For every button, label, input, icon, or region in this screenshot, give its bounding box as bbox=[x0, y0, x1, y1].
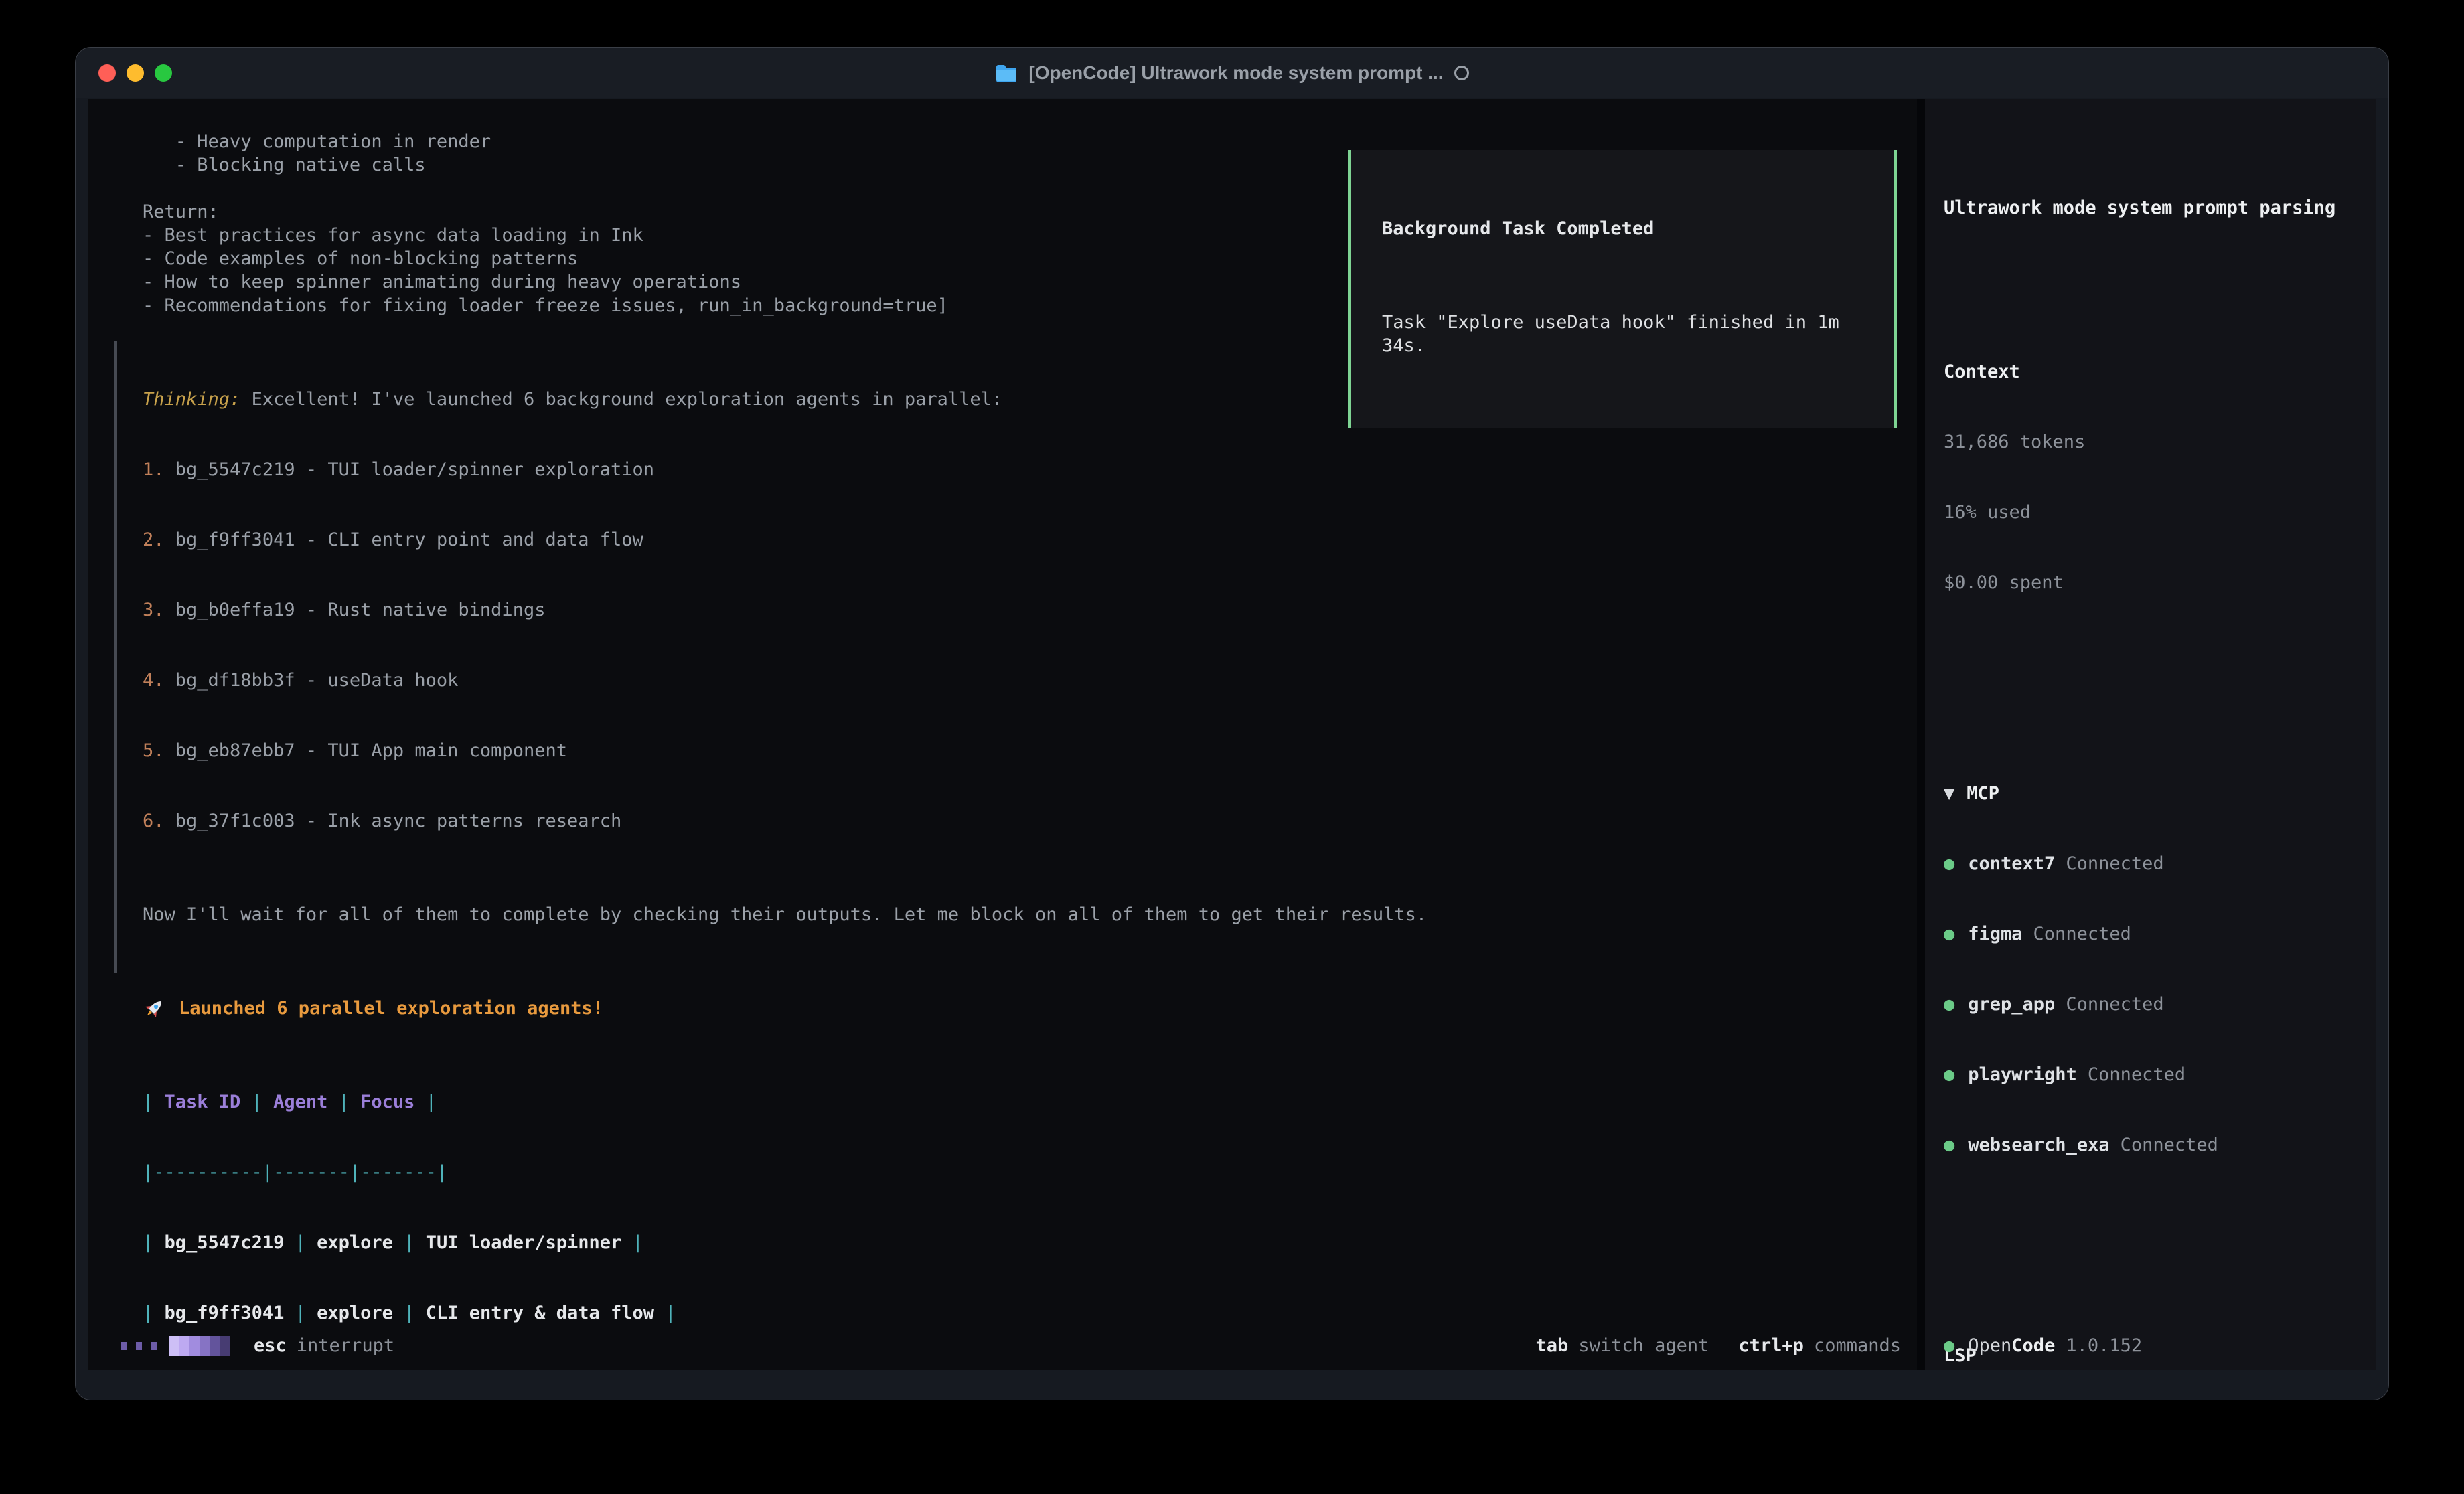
toast-title: Background Task Completed bbox=[1382, 217, 1873, 240]
mcp-heading[interactable]: ▼MCP bbox=[1944, 782, 2363, 805]
table-header-row: | Task ID | Agent | Focus | bbox=[143, 1090, 1890, 1114]
launch-announcement: Launched 6 parallel exploration agents! bbox=[143, 997, 1890, 1020]
status-hints-right: tab switch agent ctrl+p commands bbox=[1507, 1334, 1901, 1357]
zoom-button[interactable] bbox=[155, 64, 172, 82]
status-dot-icon: ● bbox=[1944, 852, 1954, 876]
status-dot-icon: ● bbox=[1944, 1334, 1954, 1357]
folder-icon bbox=[995, 64, 1018, 82]
traffic-lights bbox=[98, 48, 172, 98]
rocket-icon bbox=[143, 997, 165, 1020]
status-dot-icon: ● bbox=[1944, 993, 1954, 1016]
table-row: | bg_5547c219 | explore | TUI loader/spi… bbox=[143, 1231, 1890, 1254]
context-used: 16% used bbox=[1944, 501, 2363, 524]
minimize-button[interactable] bbox=[127, 64, 144, 82]
mcp-server-row: ●context7Connected bbox=[1944, 852, 2363, 876]
thinking-wait-line: Now I'll wait for all of them to complet… bbox=[143, 903, 1890, 926]
launch-text: Launched 6 parallel exploration agents! bbox=[179, 997, 603, 1020]
chat-pane: - Heavy computation in render - Blocking… bbox=[88, 99, 1917, 1370]
context-spent: $0.00 spent bbox=[1944, 571, 2363, 594]
toast-notification: Background Task Completed Task "Explore … bbox=[1348, 150, 1897, 428]
thinking-label: Thinking: bbox=[143, 389, 240, 410]
thinking-item: 1. bg_5547c219 - TUI loader/spinner expl… bbox=[143, 458, 1890, 481]
main-status-bar: esc interrupt tab switch agent ctrl+p co… bbox=[88, 1321, 1917, 1370]
mcp-section: ▼MCP ●context7Connected ●figmaConnected … bbox=[1944, 735, 2363, 1204]
thinking-item: 6. bg_37f1c003 - Ink async patterns rese… bbox=[143, 809, 1890, 833]
thinking-item: 5. bg_eb87ebb7 - TUI App main component bbox=[143, 739, 1890, 762]
table-separator-row: |----------|-------|-------| bbox=[143, 1161, 1890, 1184]
close-button[interactable] bbox=[98, 64, 116, 82]
thinking-item: 4. bg_df18bb3f - useData hook bbox=[143, 669, 1890, 692]
status-dot-icon: ● bbox=[1944, 1063, 1954, 1086]
mcp-server-row: ●figmaConnected bbox=[1944, 922, 2363, 946]
mcp-server-row: ●grep_appConnected bbox=[1944, 993, 2363, 1016]
mcp-server-row: ●websearch_exaConnected bbox=[1944, 1133, 2363, 1157]
tab-key: tab bbox=[1536, 1334, 1569, 1357]
esc-key: esc bbox=[254, 1334, 287, 1357]
thinking-item: 2. bg_f9ff3041 - CLI entry point and dat… bbox=[143, 528, 1890, 552]
ctrlp-key: ctrl+p bbox=[1738, 1334, 1804, 1357]
thinking-item: 3. bg_b0effa19 - Rust native bindings bbox=[143, 598, 1890, 622]
context-section: Context 31,686 tokens 16% used $0.00 spe… bbox=[1944, 313, 2363, 641]
sidebar: Ultrawork mode system prompt parsing Con… bbox=[1925, 99, 2376, 1370]
app-window: [OpenCode] Ultrawork mode system prompt … bbox=[75, 47, 2389, 1400]
proxy-circle-icon bbox=[1454, 66, 1469, 80]
mcp-server-row: ●playwrightConnected bbox=[1944, 1063, 2363, 1086]
collapse-arrow-icon: ▼ bbox=[1944, 783, 1954, 804]
status-dot-icon: ● bbox=[1944, 922, 1954, 946]
session-title: Ultrawork mode system prompt parsing bbox=[1944, 196, 2363, 220]
toast-body: Task "Explore useData hook" finished in … bbox=[1382, 311, 1873, 357]
sidebar-footer: ● Open Code 1.0.152 bbox=[1925, 1321, 2376, 1370]
sidebar-content: Ultrawork mode system prompt parsing Con… bbox=[1925, 99, 2376, 1370]
title-bar: [OpenCode] Ultrawork mode system prompt … bbox=[76, 48, 2388, 98]
esc-hint: esc interrupt bbox=[254, 1334, 394, 1357]
pane-divider bbox=[1917, 99, 1925, 1370]
window-title-group: [OpenCode] Ultrawork mode system prompt … bbox=[995, 62, 1468, 84]
app-version: 1.0.152 bbox=[2066, 1334, 2142, 1357]
commands-hint: ctrl+p commands bbox=[1738, 1334, 1901, 1357]
context-heading: Context bbox=[1944, 360, 2363, 384]
busy-spinner-icon bbox=[121, 1336, 230, 1356]
window-title: [OpenCode] Ultrawork mode system prompt … bbox=[1028, 62, 1443, 84]
context-tokens: 31,686 tokens bbox=[1944, 430, 2363, 454]
status-dot-icon: ● bbox=[1944, 1133, 1954, 1157]
window-content: - Heavy computation in render - Blocking… bbox=[88, 99, 2376, 1370]
brand-open: Open bbox=[1968, 1334, 2011, 1357]
tab-hint: tab switch agent bbox=[1536, 1334, 1709, 1357]
thinking-block: Thinking: Excellent! I've launched 6 bac… bbox=[114, 341, 1890, 973]
brand-code: Code bbox=[2011, 1334, 2055, 1357]
